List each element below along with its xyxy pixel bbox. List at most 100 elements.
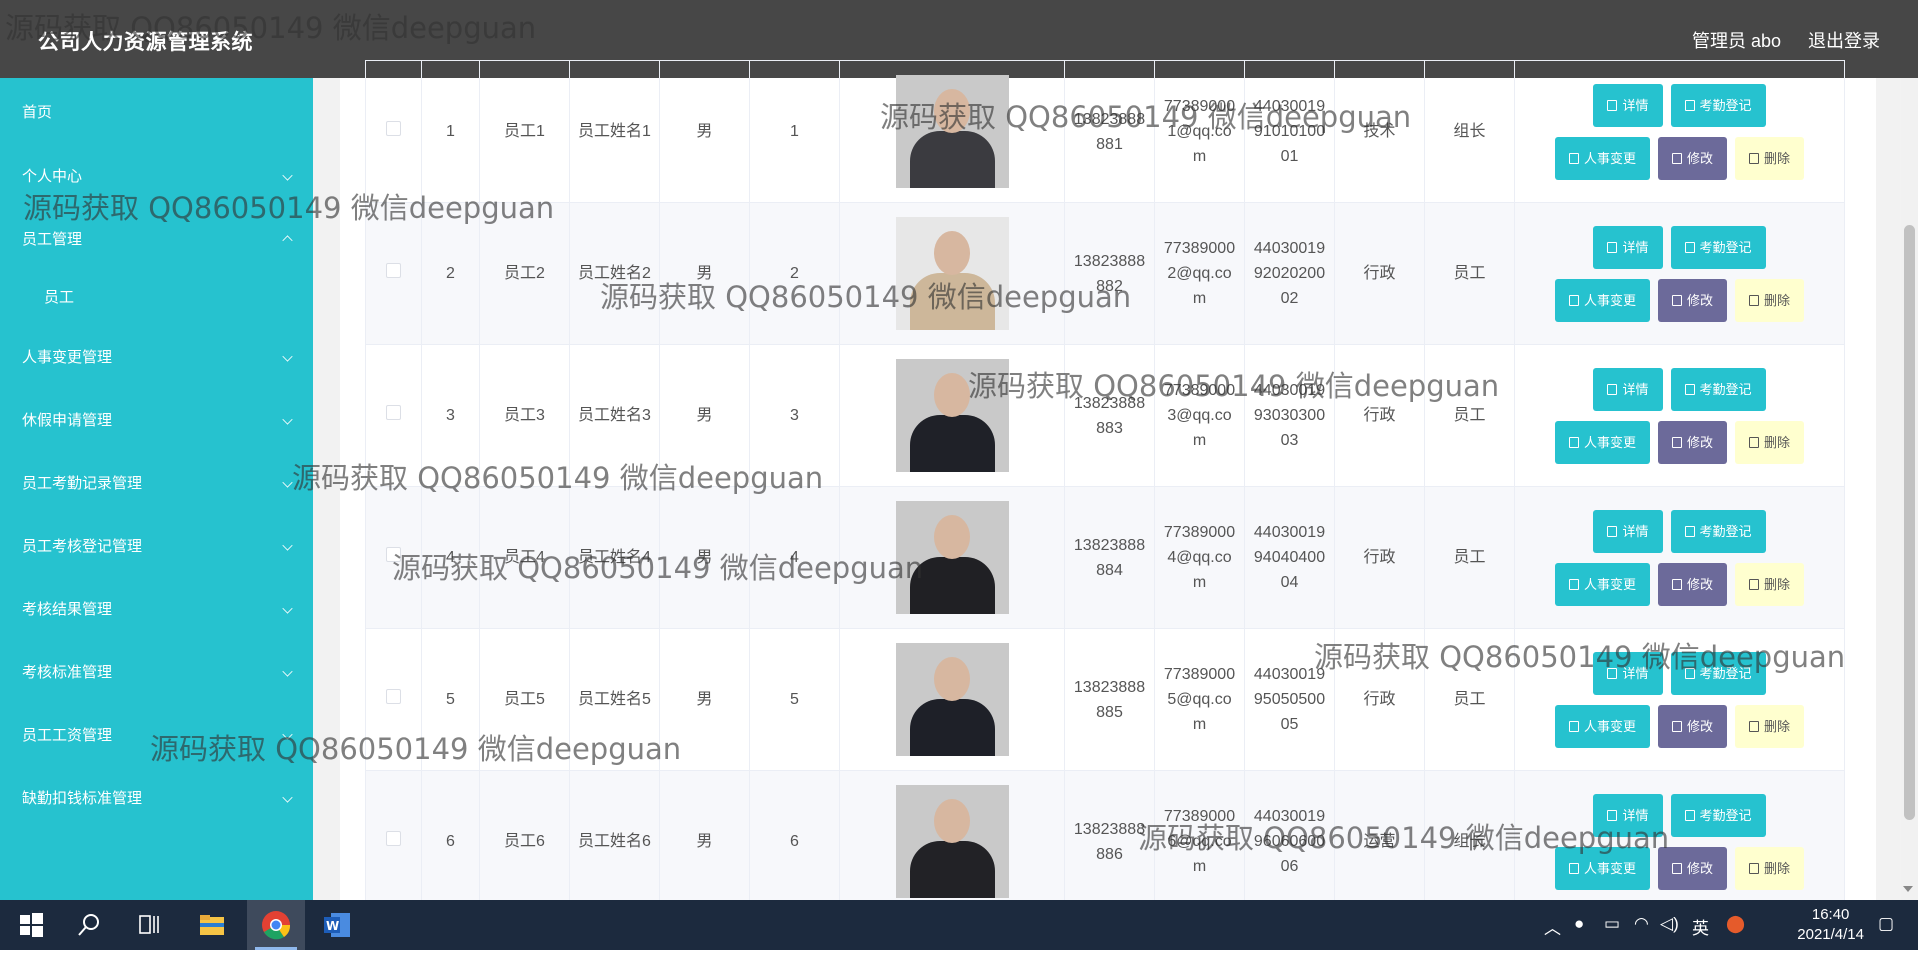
sidebar-item-leave[interactable]: 休假申请管理 — [22, 409, 293, 430]
row-checkbox-cell — [365, 202, 422, 345]
cell-gender: 男 — [659, 344, 750, 487]
sidebar-item-assessment-result[interactable]: 考核结果管理 — [22, 598, 293, 619]
scroll-down-icon[interactable] — [1903, 886, 1913, 892]
hr-change-button[interactable]: 人事变更 — [1554, 846, 1650, 890]
ime-indicator[interactable]: 英 — [1692, 914, 1709, 939]
photo-body — [909, 699, 995, 756]
word-icon[interactable]: W — [322, 910, 352, 940]
attendance-register-button[interactable]: 考勤登记 — [1670, 509, 1766, 553]
attendance-register-button[interactable]: 考勤登记 — [1670, 793, 1766, 837]
attendance-register-button[interactable]: 考勤登记 — [1670, 83, 1766, 127]
hr-change-button[interactable]: 人事变更 — [1554, 136, 1650, 180]
delete-button[interactable]: 删除 — [1735, 562, 1805, 606]
edit-button[interactable]: 修改 — [1657, 846, 1727, 890]
attendance-register-button[interactable]: 考勤登记 — [1670, 367, 1766, 411]
cell-age: 5 — [749, 628, 840, 771]
row-checkbox[interactable] — [386, 405, 401, 420]
hr-change-button[interactable]: 人事变更 — [1554, 562, 1650, 606]
edit-button[interactable]: 修改 — [1657, 704, 1727, 748]
sidebar-item-hr-change[interactable]: 人事变更管理 — [22, 346, 293, 367]
sidebar-item-salary[interactable]: 员工工资管理 — [22, 724, 293, 745]
cell-department: 行政 — [1334, 202, 1425, 345]
cell-name: 员工姓名6 — [569, 770, 660, 913]
app-tray-icon[interactable]: ⬤ — [1726, 914, 1745, 934]
cell-age: 6 — [749, 770, 840, 913]
photo-body — [909, 273, 995, 330]
delete-button[interactable]: 删除 — [1735, 846, 1805, 890]
delete-button[interactable]: 删除 — [1735, 136, 1805, 180]
system-clock[interactable]: 16:40 2021/4/14 — [1797, 905, 1864, 945]
windows-start-icon[interactable] — [16, 910, 46, 940]
row-checkbox[interactable] — [386, 263, 401, 278]
detail-button[interactable]: 详情 — [1593, 367, 1663, 411]
sidebar-subitem-staff[interactable]: 员工 — [44, 286, 74, 307]
sidebar-item-home[interactable]: 首页 — [22, 101, 292, 122]
attendance-register-icon — [1684, 383, 1695, 395]
edit-button[interactable]: 修改 — [1657, 136, 1727, 180]
row-checkbox[interactable] — [386, 831, 401, 846]
detail-button[interactable]: 详情 — [1593, 225, 1663, 269]
sidebar-item-assessment-register[interactable]: 员工考核登记管理 — [22, 535, 293, 556]
current-user-label[interactable]: 管理员 abo — [1692, 27, 1781, 53]
cell-age: 3 — [749, 344, 840, 487]
sidebar-item-label: 员工考勤记录管理 — [22, 475, 143, 492]
task-view-icon[interactable] — [134, 910, 164, 940]
cell-department: 行政 — [1334, 486, 1425, 629]
battery-icon[interactable]: ▭ — [1604, 914, 1620, 934]
qq-tray-icon[interactable]: ● — [1574, 914, 1584, 934]
edit-button[interactable]: 修改 — [1657, 562, 1727, 606]
logout-link[interactable]: 退出登录 — [1808, 27, 1880, 53]
button-label: 修改 — [1686, 150, 1713, 166]
sidebar-item-assessment-standard[interactable]: 考核标准管理 — [22, 661, 293, 682]
row-checkbox[interactable] — [386, 121, 401, 136]
attendance-register-button[interactable]: 考勤登记 — [1670, 651, 1766, 695]
delete-button[interactable]: 删除 — [1735, 704, 1805, 748]
row-checkbox[interactable] — [386, 689, 401, 704]
button-label: 删除 — [1764, 292, 1791, 308]
detail-button[interactable]: 详情 — [1593, 509, 1663, 553]
sidebar-item-absence-deduction[interactable]: 缺勤扣钱标准管理 — [22, 787, 293, 808]
scrollbar-thumb[interactable] — [1904, 225, 1915, 820]
edit-button[interactable]: 修改 — [1657, 278, 1727, 322]
delete-button[interactable]: 删除 — [1735, 420, 1805, 464]
sidebar-item-label: 个人中心 — [22, 168, 83, 185]
cell-index: 4 — [421, 486, 480, 629]
hr-change-icon — [1568, 152, 1579, 164]
volume-icon[interactable]: ◁) — [1660, 914, 1679, 934]
cell-position: 员工 — [1424, 202, 1515, 345]
sidebar-item-attendance[interactable]: 员工考勤记录管理 — [22, 472, 293, 493]
edit-icon — [1671, 720, 1682, 732]
row-checkbox[interactable] — [386, 547, 401, 562]
detail-icon — [1607, 241, 1618, 253]
cell-email: 773890003@qq.com — [1154, 344, 1245, 487]
detail-button[interactable]: 详情 — [1593, 793, 1663, 837]
file-explorer-icon[interactable] — [197, 910, 227, 940]
hr-change-button[interactable]: 人事变更 — [1554, 420, 1650, 464]
network-icon[interactable]: ◠ — [1634, 914, 1649, 934]
edit-icon — [1671, 862, 1682, 874]
os-taskbar: W ︿ ● ▭ ◠ ◁) 英 ⬤ 16:40 2021/4/14 ▢ — [0, 900, 1918, 950]
cell-email: 773890005@qq.com — [1154, 628, 1245, 771]
hr-change-button[interactable]: 人事变更 — [1554, 278, 1650, 322]
notification-icon[interactable]: ▢ — [1878, 914, 1894, 934]
detail-button[interactable]: 详情 — [1593, 83, 1663, 127]
hr-change-button[interactable]: 人事变更 — [1554, 704, 1650, 748]
delete-button[interactable]: 删除 — [1735, 278, 1805, 322]
cell-photo — [839, 202, 1065, 345]
search-icon[interactable] — [74, 910, 104, 940]
photo-head — [933, 657, 970, 701]
chevron-down-icon — [282, 414, 293, 425]
vertical-scrollbar[interactable] — [1901, 78, 1918, 900]
cell-phone: 13823888882 — [1064, 202, 1155, 345]
sidebar-item-staff-management[interactable]: 员工管理 — [22, 228, 293, 249]
detail-button[interactable]: 详情 — [1593, 651, 1663, 695]
sidebar-item-label: 员工管理 — [22, 231, 83, 248]
sidebar-item-label: 缺勤扣钱标准管理 — [22, 790, 143, 807]
chevron-down-icon — [282, 540, 293, 551]
tray-expand-icon[interactable]: ︿ — [1544, 914, 1561, 939]
attendance-register-button[interactable]: 考勤登记 — [1670, 225, 1766, 269]
sidebar-item-personal-center[interactable]: 个人中心 — [22, 165, 293, 186]
edit-button[interactable]: 修改 — [1657, 420, 1727, 464]
delete-icon — [1749, 294, 1759, 306]
chrome-taskbar-item[interactable] — [247, 900, 305, 950]
